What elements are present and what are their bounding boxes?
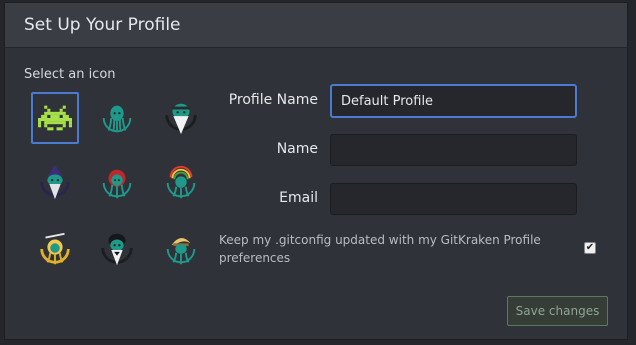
icon-option-kraken-blonde[interactable] — [157, 223, 205, 275]
icon-option-kraken-tuxedo[interactable] — [93, 223, 141, 275]
kraken-red-hood-icon — [102, 169, 132, 199]
icon-option-kraken-teal[interactable] — [93, 92, 141, 144]
icon-option-space-invader[interactable] — [31, 92, 79, 144]
profile-name-label: Profile Name — [228, 92, 318, 108]
kraken-wizard-icon — [40, 164, 70, 200]
dialog-titlebar: Set Up Your Profile — [5, 3, 627, 48]
gitconfig-sync-checkbox[interactable]: ✔ — [584, 242, 596, 254]
kraken-gold-icon — [40, 232, 70, 265]
icon-option-kraken-wizard[interactable] — [31, 157, 79, 209]
space-invader-icon — [38, 105, 72, 131]
save-changes-label: Save changes — [515, 304, 600, 318]
name-input[interactable] — [330, 134, 577, 166]
save-changes-button[interactable]: Save changes — [507, 296, 608, 326]
gitconfig-sync-label: Keep my .gitconfig updated with my GitKr… — [219, 233, 541, 265]
select-icon-label: Select an icon — [24, 67, 116, 82]
dialog-title: Set Up Your Profile — [24, 15, 181, 35]
name-label: Name — [276, 141, 318, 157]
checkmark-icon: ✔ — [585, 242, 595, 253]
kraken-beard-icon — [165, 103, 197, 135]
kraken-blonde-icon — [166, 238, 196, 265]
icon-option-kraken-beard[interactable] — [157, 92, 205, 144]
kraken-rainbow-icon — [166, 165, 196, 199]
icon-option-kraken-rainbow[interactable] — [157, 157, 205, 209]
kraken-tuxedo-icon — [101, 233, 133, 266]
email-label: Email — [279, 190, 318, 206]
kraken-teal-icon — [102, 105, 132, 133]
icon-option-kraken-gold[interactable] — [31, 223, 79, 275]
icon-option-kraken-red-hood[interactable] — [93, 157, 141, 209]
profile-name-input[interactable] — [330, 84, 577, 118]
profile-dialog: Set Up Your Profile Select an icon Profi… — [4, 2, 628, 340]
email-input[interactable] — [330, 183, 577, 215]
